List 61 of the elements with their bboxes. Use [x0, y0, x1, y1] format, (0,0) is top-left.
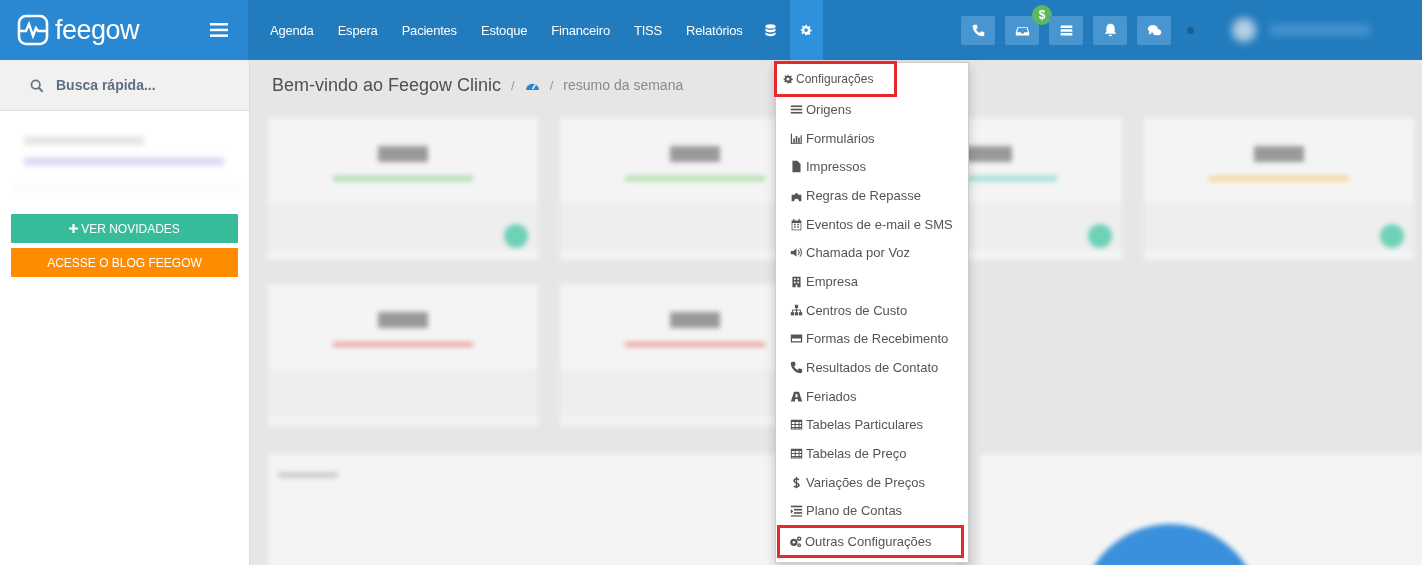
bell-icon — [1102, 22, 1118, 38]
table-icon — [790, 418, 803, 432]
settings-icon — [800, 24, 813, 36]
bell-button[interactable] — [1093, 15, 1127, 45]
dollar-icon — [790, 475, 803, 489]
menu-item[interactable]: Chamada por Voz — [776, 238, 968, 268]
menu-item[interactable]: Outras Configurações — [779, 527, 962, 556]
menu-item[interactable]: Tabelas de Preço — [776, 439, 968, 468]
menu-header-label: Configurações — [796, 71, 874, 86]
menu-item[interactable]: Centros de Custo — [776, 295, 968, 325]
breadcrumb-separator: / — [511, 77, 515, 93]
menu-item[interactable]: Formulários — [776, 123, 968, 153]
badge: $ — [1032, 4, 1052, 25]
menu-icon[interactable] — [210, 23, 228, 37]
server-button[interactable] — [1049, 15, 1083, 45]
menu-item[interactable]: Plano de Contas — [776, 496, 968, 526]
building-icon — [790, 274, 803, 288]
gears-icon — [789, 535, 802, 549]
gear-icon — [783, 73, 793, 84]
logo-text: feegow — [55, 14, 140, 46]
bar-chart-icon — [790, 131, 803, 145]
chat-icon — [1146, 22, 1162, 38]
status-dot — [1187, 26, 1194, 34]
nav-link[interactable]: Financeiro — [551, 22, 610, 38]
document-icon — [790, 160, 803, 174]
settings-tab[interactable] — [789, 0, 823, 60]
menu-item[interactable]: Tabelas Particulares — [776, 410, 968, 440]
list-icon — [790, 102, 803, 116]
inbox-button[interactable] — [1005, 15, 1039, 45]
menu-item[interactable]: Eventos de e-mail e SMS — [776, 209, 968, 239]
menu-item[interactable]: Impressos — [776, 152, 968, 182]
indent-list-icon — [790, 504, 803, 518]
chat-button[interactable] — [1137, 15, 1171, 45]
heartbeat-icon — [17, 14, 49, 46]
menu-item[interactable]: Origens — [776, 95, 968, 124]
phone-icon — [790, 361, 803, 375]
search-field[interactable]: Busca rápida... — [0, 60, 249, 111]
table-icon — [790, 447, 803, 461]
menu-item[interactable]: Formas de Recebimento — [776, 324, 968, 354]
menu-item[interactable]: Feriados — [776, 381, 968, 411]
nav-link[interactable]: Agenda — [270, 22, 314, 38]
nav-link[interactable]: TISS — [633, 22, 663, 38]
credit-card-icon — [790, 332, 803, 346]
menu-item[interactable]: Empresa — [776, 267, 968, 296]
menu-item[interactable]: Regras de Repasse — [776, 181, 968, 210]
calendar-icon — [790, 217, 803, 231]
menu-item[interactable]: Resultados de Contato — [776, 353, 968, 382]
hierarchy-icon — [790, 303, 803, 317]
phone-icon — [970, 22, 986, 38]
nav-link[interactable]: Relatórios — [686, 22, 743, 38]
menu-item[interactable]: Variações de Preços — [776, 467, 968, 497]
nav-link[interactable]: Pacientes — [401, 22, 457, 38]
database-icon[interactable] — [764, 23, 776, 37]
nav-link[interactable]: Estoque — [480, 22, 528, 38]
nav-link[interactable]: Espera — [337, 22, 378, 38]
plus-icon — [69, 224, 79, 233]
breadcrumb-separator: / — [549, 77, 554, 93]
page-title: Bem-vindo ao Feegow Clinic — [272, 74, 502, 96]
speaker-icon — [790, 246, 803, 260]
phone-button[interactable] — [961, 15, 995, 45]
road-icon — [790, 389, 803, 403]
